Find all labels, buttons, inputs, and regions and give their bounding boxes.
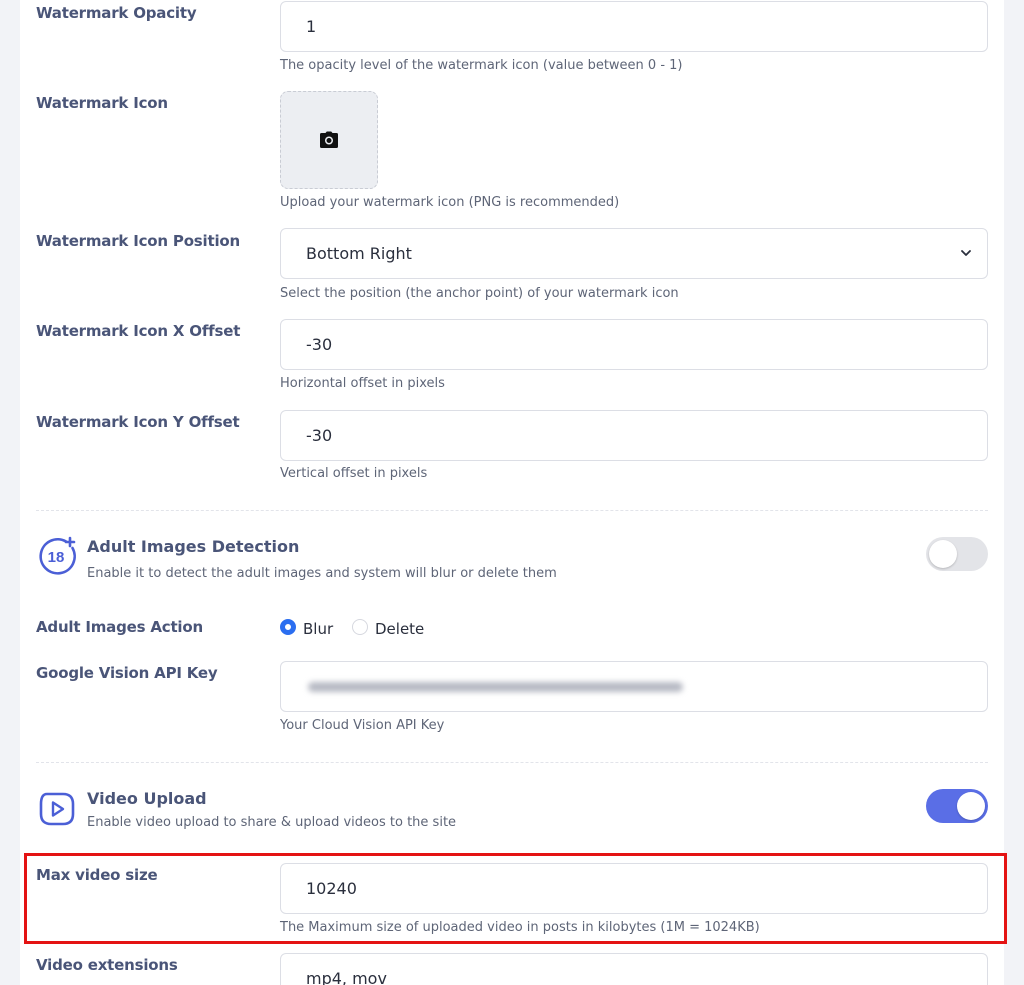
vision-api-input[interactable] bbox=[280, 661, 988, 712]
radio-blur[interactable] bbox=[280, 619, 296, 635]
camera-icon bbox=[320, 131, 338, 148]
watermark-x-offset-label: Watermark Icon X Offset bbox=[36, 322, 241, 340]
watermark-icon-label: Watermark Icon bbox=[36, 94, 168, 112]
video-play-icon bbox=[39, 792, 75, 826]
video-upload-toggle[interactable] bbox=[926, 789, 988, 823]
vision-api-label: Google Vision API Key bbox=[36, 664, 218, 682]
vision-api-help: Your Cloud Vision API Key bbox=[280, 718, 445, 733]
chevron-down-icon bbox=[961, 250, 971, 256]
watermark-x-offset-help: Horizontal offset in pixels bbox=[280, 376, 445, 391]
adult-detection-subtitle: Enable it to detect the adult images and… bbox=[87, 566, 557, 581]
adult-detection-title: Adult Images Detection bbox=[87, 537, 300, 556]
video-extensions-label: Video extensions bbox=[36, 956, 178, 974]
18-plus-icon: 18 bbox=[39, 536, 76, 575]
watermark-opacity-help: The opacity level of the watermark icon … bbox=[280, 58, 683, 73]
highlight-box bbox=[24, 853, 1007, 944]
watermark-x-offset-input[interactable]: -30 bbox=[280, 319, 988, 370]
adult-action-label: Adult Images Action bbox=[36, 618, 203, 636]
watermark-x-offset-value: -30 bbox=[306, 335, 333, 354]
video-upload-title: Video Upload bbox=[87, 789, 207, 808]
watermark-y-offset-input[interactable]: -30 bbox=[280, 410, 988, 461]
section-divider bbox=[36, 510, 988, 511]
watermark-position-value: Bottom Right bbox=[306, 244, 412, 263]
adult-detection-toggle[interactable] bbox=[926, 537, 988, 571]
toggle-knob bbox=[957, 792, 985, 820]
watermark-position-label: Watermark Icon Position bbox=[36, 232, 240, 250]
18-plus-icon-text: 18 bbox=[48, 549, 65, 566]
watermark-y-offset-label: Watermark Icon Y Offset bbox=[36, 413, 240, 431]
watermark-y-offset-help: Vertical offset in pixels bbox=[280, 466, 428, 481]
redacted-value bbox=[308, 681, 683, 692]
section-divider bbox=[36, 762, 988, 763]
settings-panel bbox=[20, 0, 1004, 985]
radio-blur-label[interactable]: Blur bbox=[303, 620, 333, 638]
watermark-opacity-value: 1 bbox=[306, 17, 317, 36]
radio-delete[interactable] bbox=[352, 619, 368, 635]
watermark-icon-help: Upload your watermark icon (PNG is recom… bbox=[280, 195, 620, 210]
watermark-opacity-label: Watermark Opacity bbox=[36, 4, 197, 22]
video-extensions-value: mp4, mov bbox=[306, 969, 387, 985]
watermark-y-offset-value: -30 bbox=[306, 426, 333, 445]
toggle-knob bbox=[929, 540, 957, 568]
video-extensions-input[interactable]: mp4, mov bbox=[280, 953, 988, 985]
watermark-icon-upload[interactable] bbox=[280, 91, 378, 189]
watermark-opacity-input[interactable]: 1 bbox=[280, 1, 988, 52]
radio-delete-label[interactable]: Delete bbox=[375, 620, 424, 638]
watermark-position-help: Select the position (the anchor point) o… bbox=[280, 286, 679, 301]
watermark-position-select[interactable]: Bottom Right bbox=[280, 228, 988, 279]
video-upload-subtitle: Enable video upload to share & upload vi… bbox=[87, 815, 457, 830]
